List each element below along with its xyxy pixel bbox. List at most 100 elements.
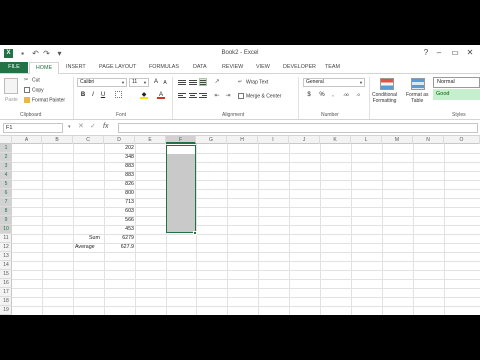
decrease-indent-icon[interactable]: ⇤ (213, 92, 221, 100)
row-header[interactable]: 12 (0, 243, 12, 252)
cell-c11[interactable]: Sum (89, 234, 100, 243)
font-size-select[interactable]: 11 ▼ (129, 78, 149, 87)
align-right-icon[interactable] (199, 92, 207, 100)
cell-d3[interactable]: 883 (104, 162, 134, 171)
row-header[interactable]: 8 (0, 207, 12, 216)
number-format-select[interactable]: General ▼ (303, 78, 365, 87)
tab-insert[interactable]: INSERT (66, 64, 86, 70)
cell-style-normal[interactable]: Normal (433, 77, 480, 88)
bold-button[interactable]: B (79, 91, 87, 99)
percent-button[interactable]: % (318, 91, 326, 99)
column-header-j[interactable]: J (289, 136, 320, 144)
align-bottom-icon[interactable] (199, 78, 207, 86)
cut-button[interactable]: ✂ Cut (24, 77, 40, 83)
tab-file[interactable]: FILE (0, 62, 28, 73)
cell-d12[interactable]: 627.9 (104, 243, 134, 252)
row-header[interactable]: 3 (0, 162, 12, 171)
minimize-button[interactable]: – (434, 48, 444, 58)
paste-icon[interactable] (4, 78, 18, 94)
row-header[interactable]: 19 (0, 306, 12, 315)
row-header[interactable]: 6 (0, 189, 12, 198)
restore-button[interactable]: ▭ (450, 48, 460, 58)
column-header-i[interactable]: I (258, 136, 289, 144)
format-as-table-button[interactable]: Format as Table (406, 92, 429, 104)
row-header[interactable]: 7 (0, 198, 12, 207)
active-cell-f1[interactable] (167, 146, 195, 154)
row-header[interactable]: 17 (0, 288, 12, 297)
cell-d11[interactable]: 6279 (104, 234, 134, 243)
tab-home[interactable]: HOME (29, 62, 59, 74)
tab-developer[interactable]: DEVELOPER (283, 64, 316, 70)
row-header[interactable]: 9 (0, 216, 12, 225)
align-top-icon[interactable] (178, 79, 186, 87)
increase-indent-icon[interactable]: ⇥ (224, 92, 232, 100)
column-header-k[interactable]: K (320, 136, 351, 144)
copy-button[interactable]: Copy (24, 87, 44, 93)
cell-d10[interactable]: 453 (104, 225, 134, 234)
grow-font-button[interactable]: A (152, 78, 160, 86)
cell-c12[interactable]: Average (75, 243, 95, 252)
column-header-b[interactable]: B (42, 136, 73, 144)
worksheet-grid[interactable]: A B C D E F G H I J K L M N O 1 2 3 4 5 … (0, 136, 480, 315)
align-middle-icon[interactable] (189, 79, 197, 87)
column-header-o[interactable]: O (444, 136, 480, 144)
conditional-formatting-button[interactable]: Conditional Formatting (372, 92, 397, 104)
merge-center-button[interactable]: Merge & Center (238, 93, 281, 99)
italic-button[interactable]: I (89, 91, 97, 99)
row-header[interactable]: 11 (0, 234, 12, 243)
row-header[interactable]: 2 (0, 153, 12, 162)
format-painter-button[interactable]: Format Painter (24, 97, 65, 103)
formula-input[interactable] (118, 123, 478, 133)
row-header[interactable]: 13 (0, 252, 12, 261)
font-name-select[interactable]: Calibri ▼ (77, 78, 127, 87)
column-header-f[interactable]: F (166, 136, 196, 144)
fill-handle[interactable] (193, 231, 197, 235)
orientation-icon[interactable]: ↗ (213, 78, 221, 86)
align-center-icon[interactable] (189, 92, 197, 100)
selection-range[interactable] (166, 145, 196, 233)
cell-d6[interactable]: 800 (104, 189, 134, 198)
tab-formulas[interactable]: FORMULAS (149, 64, 179, 70)
row-header[interactable]: 18 (0, 297, 12, 306)
close-button[interactable]: ✕ (465, 48, 475, 58)
column-header-c[interactable]: C (73, 136, 104, 144)
tab-review[interactable]: REVIEW (222, 64, 243, 70)
cell-d1[interactable]: 202 (104, 144, 134, 153)
row-header[interactable]: 14 (0, 261, 12, 270)
cell-d5[interactable]: 826 (104, 180, 134, 189)
tab-view[interactable]: VIEW (256, 64, 270, 70)
cell-style-good[interactable]: Good (433, 89, 480, 100)
shrink-font-button[interactable]: A (161, 79, 169, 87)
cell-d9[interactable]: 566 (104, 216, 134, 225)
align-left-icon[interactable] (178, 92, 186, 100)
currency-button[interactable]: $ (305, 91, 313, 99)
enter-icon[interactable]: ✓ (90, 122, 96, 130)
column-header-m[interactable]: M (382, 136, 413, 144)
column-header-a[interactable]: A (12, 136, 42, 144)
select-all-corner[interactable] (0, 136, 12, 144)
increase-decimal-icon[interactable]: .00 (342, 91, 350, 99)
conditional-formatting-icon[interactable] (380, 78, 394, 90)
underline-button[interactable]: U (99, 91, 107, 99)
font-color-icon[interactable]: A (157, 91, 165, 99)
column-header-l[interactable]: L (351, 136, 382, 144)
column-header-d[interactable]: D (104, 136, 135, 144)
cell-d4[interactable]: 883 (104, 171, 134, 180)
column-header-g[interactable]: G (196, 136, 227, 144)
tab-data[interactable]: DATA (193, 64, 207, 70)
paste-button[interactable]: Paste (5, 97, 18, 103)
comma-button[interactable]: , (329, 91, 337, 99)
row-header[interactable]: 15 (0, 270, 12, 279)
column-header-h[interactable]: H (227, 136, 258, 144)
row-header[interactable]: 10 (0, 225, 12, 234)
row-header[interactable]: 5 (0, 180, 12, 189)
namebox-dropdown-icon[interactable]: ▾ (68, 124, 71, 130)
row-header[interactable]: 16 (0, 279, 12, 288)
row-header[interactable]: 4 (0, 171, 12, 180)
help-button[interactable]: ? (421, 48, 431, 58)
cell-d8[interactable]: 603 (104, 207, 134, 216)
cancel-icon[interactable]: ✕ (78, 122, 84, 130)
wrap-text-button[interactable]: ↵ Wrap Text (238, 79, 268, 85)
tab-team[interactable]: TEAM (325, 64, 340, 70)
tab-page-layout[interactable]: PAGE LAYOUT (99, 64, 136, 70)
